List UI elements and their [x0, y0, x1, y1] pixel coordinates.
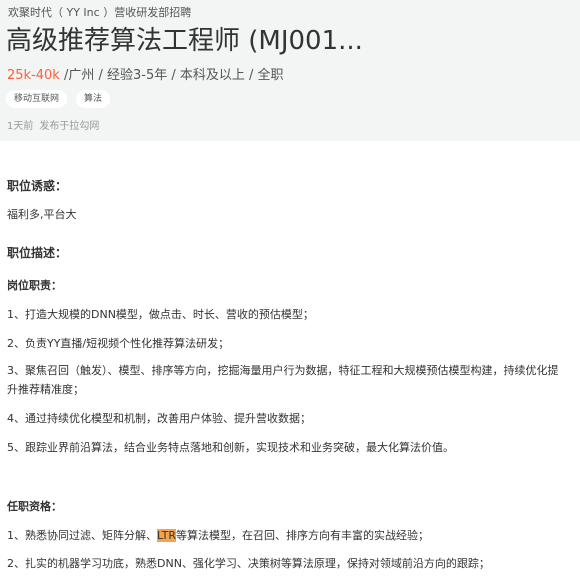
duty-item: 3、聚焦召回（触发）、模型、排序等方向，挖掘海量用户行为数据，特征工程和大规模预… [7, 364, 559, 396]
job-header: 欢聚时代（ YY Inc ）营收研发部招聘 高级推荐算法工程师 (MJ001..… [0, 0, 580, 141]
perks-text: 福利多,平台大 [7, 208, 77, 221]
duty-item: 1、打造大规模的DNN模型，做点击、时长、营收的预估模型； [7, 308, 314, 321]
requirements-heading: 任职资格： [7, 500, 62, 513]
requirement-text: 1、熟悉协同过滤、矩阵分解、 [7, 529, 157, 542]
duties-heading: 岗位职责： [7, 279, 62, 292]
requirement-item: 2、扎实的机器学习功底，熟悉DNN、强化学习、决策树等算法原理，保持对领域前沿方… [7, 557, 490, 570]
salary: 25k-40k [7, 68, 60, 83]
job-title: 高级推荐算法工程师 (MJ001... [6, 26, 363, 56]
posted-ago: 1天前 [7, 121, 34, 132]
duty-item: 2、负责YY直播/短视频个性化推荐算法研发； [7, 337, 230, 350]
job-requirements: /广州 / 经验3-5年 / 本科及以上 / 全职 [59, 68, 284, 83]
tag-list: 移动互联网 算法 [6, 90, 111, 108]
perks-heading: 职位诱惑： [7, 179, 68, 193]
tag-algorithm[interactable]: 算法 [76, 90, 111, 108]
post-time: 1天前 发布于拉勾网 [7, 117, 99, 132]
company-line[interactable]: 欢聚时代（ YY Inc ）营收研发部招聘 [8, 4, 191, 20]
posted-source: 发布于拉勾网 [39, 121, 100, 132]
duty-item: 4、通过持续优化模型和机制，改善用户体验、提升营收数据； [7, 412, 311, 425]
highlighted-term: LTR [157, 529, 176, 542]
duty-item: 5、跟踪业界前沿算法，结合业务特点落地和创新，实现技术和业务突破，最大化算法价值… [7, 441, 454, 454]
description-heading: 职位描述： [7, 246, 68, 260]
requirement-text: 等算法模型，在召回、排序方向有丰富的实战经验； [175, 529, 429, 542]
tag-mobile-internet[interactable]: 移动互联网 [6, 90, 68, 108]
requirement-item: 1、熟悉协同过滤、矩阵分解、LTR等算法模型，在召回、排序方向有丰富的实战经验； [7, 527, 429, 543]
job-meta: 25k-40k /广州 / 经验3-5年 / 本科及以上 / 全职 [7, 64, 284, 83]
